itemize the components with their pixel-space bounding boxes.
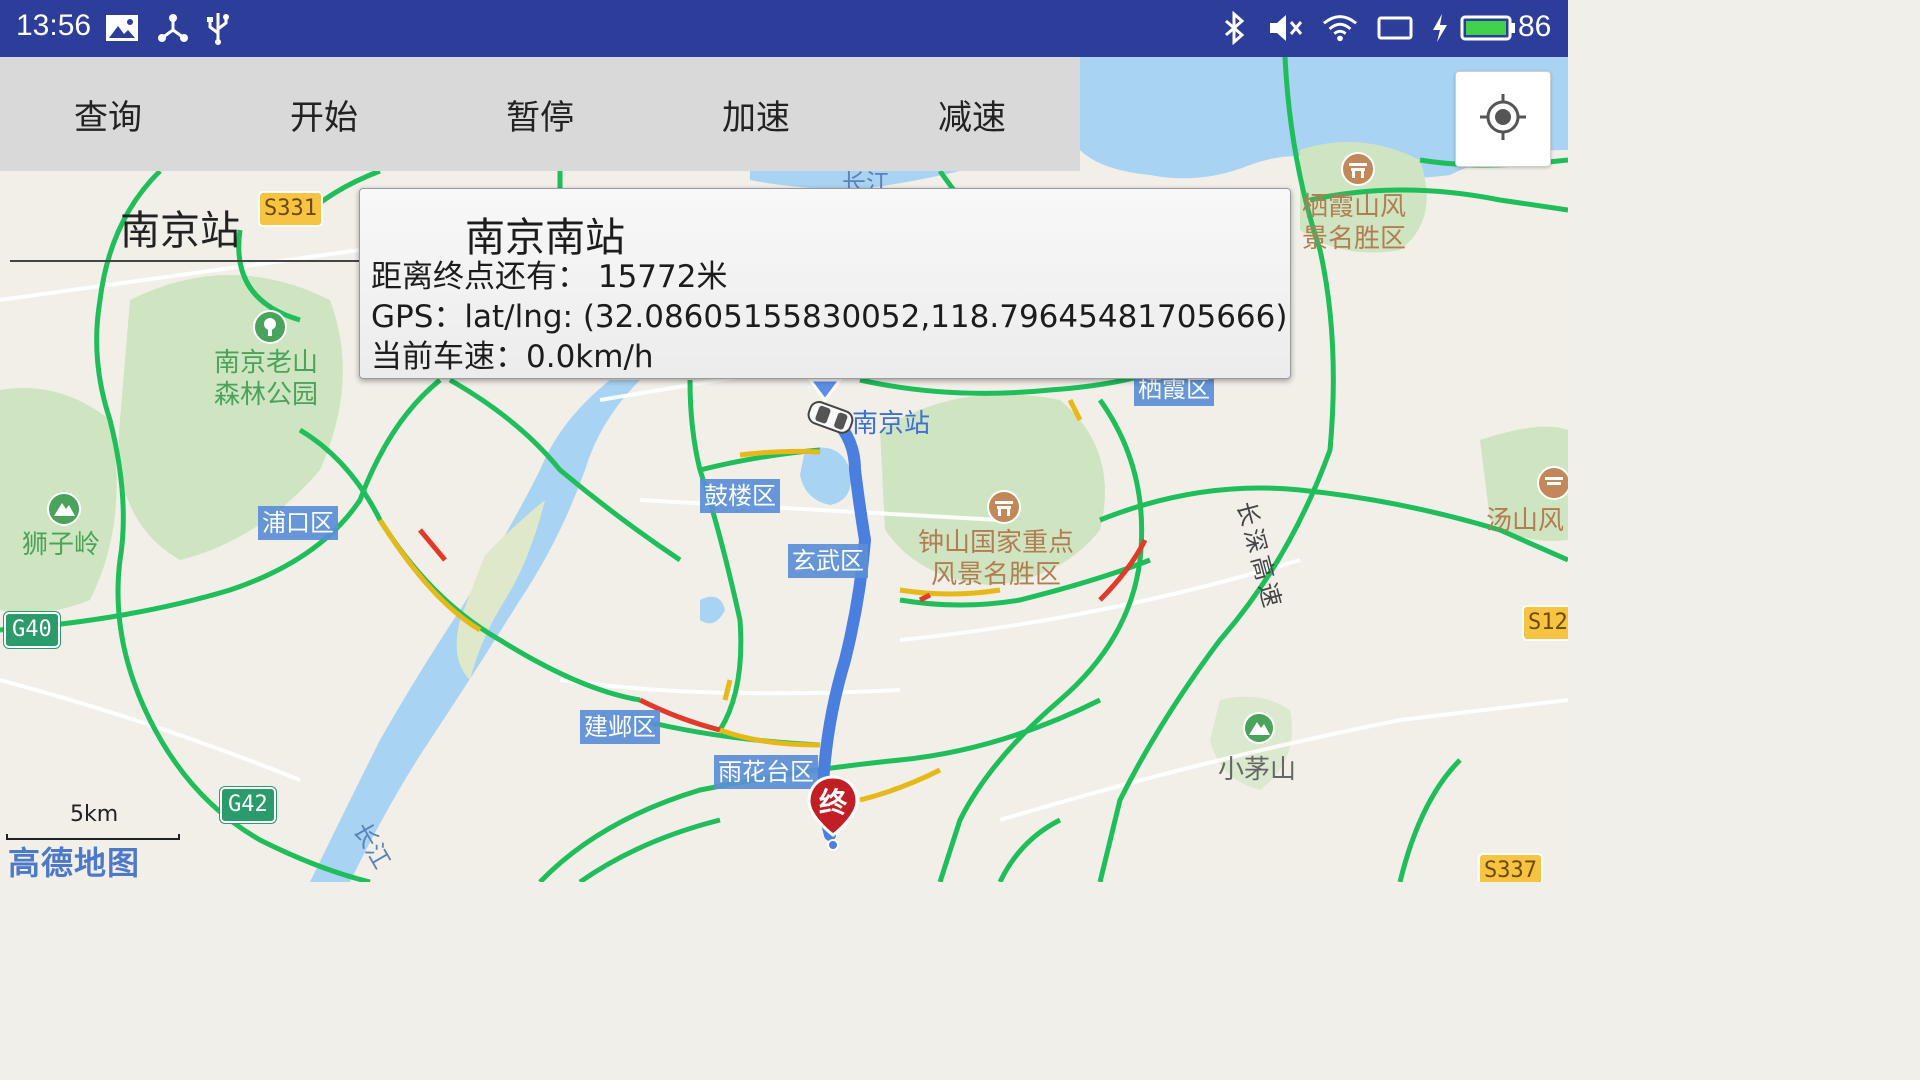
distance-remaining-text: 距离终点还有： 15772米 xyxy=(371,259,728,295)
highway-shield-g40: G40 xyxy=(4,612,60,648)
speed-up-button[interactable]: 加速 xyxy=(648,57,864,171)
start-button[interactable]: 开始 xyxy=(216,57,432,171)
poi-qixiashan-scenic: 栖霞山风 景名胜区 xyxy=(1302,192,1407,254)
share-network-icon xyxy=(155,10,191,46)
status-time: 13:56 xyxy=(16,9,92,42)
screen-rotate-icon xyxy=(1377,10,1413,46)
start-label-divider xyxy=(10,260,360,262)
query-button[interactable]: 查询 xyxy=(0,57,216,171)
gps-coordinates-text: GPS：lat/lng: (32.08605155830052,118.7964… xyxy=(371,299,1288,335)
wifi-icon xyxy=(1322,10,1358,46)
battery-icon xyxy=(1460,10,1516,46)
image-notification-icon xyxy=(104,10,140,46)
highway-shield-s331: S331 xyxy=(258,191,323,227)
charging-icon xyxy=(1422,10,1458,46)
usb-icon xyxy=(200,10,236,46)
highway-shield-g42: G42 xyxy=(220,787,276,823)
district-label-jianye: 建邺区 xyxy=(580,710,660,744)
status-bar: 13:56 86 xyxy=(0,0,1568,57)
map-view[interactable]: S331 G40 G42 S12 S337 浦口区 鼓楼区 玄武区 建邺区 雨花… xyxy=(0,57,1568,882)
poi-xiaomaoshan: 小茅山 xyxy=(1218,755,1297,785)
district-label-xuanwu: 玄武区 xyxy=(788,544,868,578)
info-window[interactable]: 南京南站 距离终点还有： 15772米 GPS：lat/lng: (32.086… xyxy=(359,188,1291,379)
slow-down-button[interactable]: 减速 xyxy=(864,57,1080,171)
amap-logo: 高德地图 xyxy=(8,844,141,882)
highway-shield-s12: S12 xyxy=(1522,605,1568,641)
volume-muted-icon xyxy=(1268,10,1304,46)
scale-label: 5km xyxy=(70,802,119,827)
start-location-label: 南京站 xyxy=(120,208,240,254)
battery-percent: 86 xyxy=(1518,10,1552,43)
locate-me-button[interactable] xyxy=(1455,71,1551,167)
poi-zhongshan-scenic: 钟山国家重点 风景名胜区 xyxy=(918,528,1075,590)
highway-shield-s337: S337 xyxy=(1478,853,1543,882)
district-label-gulou: 鼓楼区 xyxy=(700,479,780,513)
poi-tangshan: 汤山风 xyxy=(1486,506,1565,536)
district-label-pukou: 浦口区 xyxy=(258,506,338,540)
control-toolbar: 查询 开始 暂停 加速 减速 xyxy=(0,57,1080,171)
district-label-yuhuatai: 雨花台区 xyxy=(714,755,818,789)
poi-shiziling: 狮子岭 xyxy=(22,530,101,560)
bluetooth-icon xyxy=(1216,10,1252,46)
end-marker-label: 终 xyxy=(818,786,847,819)
poi-laoshan-forest-park: 南京老山 森林公园 xyxy=(214,348,319,410)
pause-button[interactable]: 暂停 xyxy=(432,57,648,171)
current-speed-text: 当前车速：0.0km/h xyxy=(371,339,654,375)
crosshair-icon xyxy=(1478,92,1528,146)
